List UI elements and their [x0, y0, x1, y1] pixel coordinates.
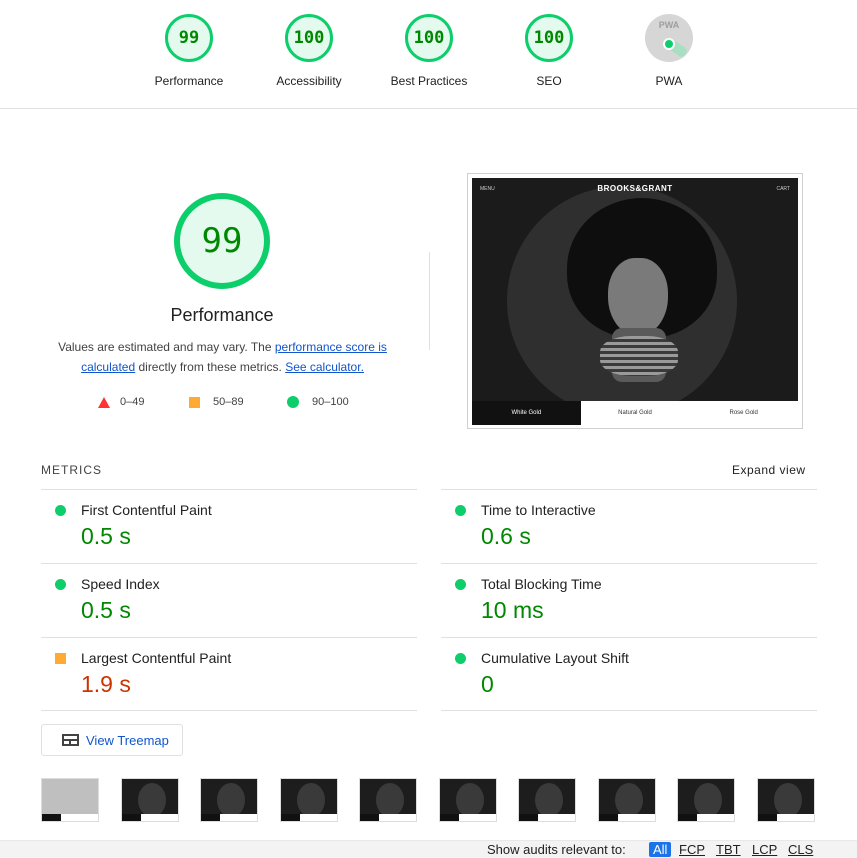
- metric-value: 10 ms: [481, 597, 544, 623]
- pass-circle-icon: [287, 396, 299, 409]
- metric-lcp: Largest Contentful Paint 1.9 s: [41, 637, 417, 712]
- average-square-icon: [189, 396, 200, 408]
- metric-cls: Cumulative Layout Shift 0: [441, 637, 817, 712]
- performance-description: Values are estimated and may vary. The p…: [50, 337, 395, 377]
- filmstrip-frame: [359, 778, 417, 822]
- metric-speed-index: Speed Index 0.5 s: [41, 563, 417, 638]
- legend-pass: 90–100: [287, 396, 349, 409]
- view-treemap-button[interactable]: View Treemap: [41, 724, 183, 756]
- metric-value: 0.5 s: [81, 523, 131, 549]
- metric-title: Speed Index: [81, 576, 160, 592]
- screenshot-face: [608, 258, 668, 336]
- gauge-pwa[interactable]: PWA PWA: [609, 14, 729, 88]
- divider: [429, 252, 430, 350]
- gauge-label: Accessibility: [276, 74, 342, 88]
- metric-tti: Time to Interactive 0.6 s: [441, 489, 817, 564]
- screenshot-cart: CART: [776, 186, 790, 192]
- pass-circle-icon: [455, 505, 466, 516]
- pwa-check-icon: [663, 38, 675, 50]
- filter-tbt[interactable]: TBT: [716, 842, 741, 857]
- screenshot-brand: BROOKS&GRANT: [597, 184, 673, 193]
- gauge-score: 100: [533, 28, 565, 48]
- legend-average-label: 50–89: [213, 396, 244, 408]
- filmstrip-frame: [518, 778, 576, 822]
- legend-average: 50–89: [189, 396, 244, 408]
- filter-all[interactable]: All: [649, 842, 672, 857]
- metric-value: 0.5 s: [81, 597, 131, 623]
- metric-fcp: First Contentful Paint 0.5 s: [41, 489, 417, 564]
- pwa-badge-text: PWA: [658, 20, 680, 30]
- legend-fail: 0–49: [98, 396, 144, 408]
- pass-circle-icon: [455, 579, 466, 590]
- performance-title: Performance: [170, 305, 274, 325]
- filmstrip-frame: [41, 778, 99, 822]
- filter-fcp[interactable]: FCP: [679, 842, 705, 857]
- pwa-badge-icon: PWA: [645, 14, 693, 62]
- metrics-heading: METRICS: [41, 463, 102, 477]
- gauge-ring: 100: [405, 14, 453, 62]
- audit-filter-label: Show audits relevant to:: [487, 842, 626, 857]
- screenshot-tab: Rose Gold: [689, 401, 798, 425]
- legend-pass-label: 90–100: [312, 396, 349, 408]
- average-square-icon: [55, 653, 66, 664]
- gauge-best-practices[interactable]: 100 Best Practices: [369, 14, 489, 88]
- metric-value: 1.9 s: [81, 671, 131, 697]
- gauge-ring: 99: [165, 14, 213, 62]
- gauge-score: 100: [413, 28, 445, 48]
- view-treemap-label: View Treemap: [86, 733, 169, 748]
- performance-score: 99: [201, 221, 243, 261]
- gauge-seo[interactable]: 100 SEO: [489, 14, 609, 88]
- score-summary-bar: 99 Performance 100 Accessibility 100 Bes…: [0, 0, 857, 109]
- screenshot-necklace: [600, 336, 678, 376]
- filmstrip-frame: [757, 778, 815, 822]
- screenshot-tab: White Gold: [472, 401, 581, 425]
- gauge-label: Best Practices: [390, 74, 468, 88]
- filter-cls[interactable]: CLS: [788, 842, 813, 857]
- gauge-label: Performance: [154, 74, 224, 88]
- gauge-ring: 100: [525, 14, 573, 62]
- legend-fail-label: 0–49: [120, 396, 145, 408]
- filmstrip-frame: [121, 778, 179, 822]
- divider: [441, 710, 817, 711]
- filmstrip-frame: [200, 778, 258, 822]
- divider: [41, 710, 417, 711]
- desc-text: Values are estimated and may vary. The: [58, 340, 275, 354]
- filmstrip-frame: [439, 778, 497, 822]
- fail-triangle-icon: [98, 396, 110, 408]
- metric-tbt: Total Blocking Time 10 ms: [441, 563, 817, 638]
- filter-lcp[interactable]: LCP: [752, 842, 777, 857]
- screenshot-image: MENU BROOKS&GRANT CART White Gold Natura…: [472, 178, 798, 425]
- filmstrip-frame: [677, 778, 735, 822]
- performance-gauge: 99: [174, 193, 270, 289]
- screenshot-tabs: White Gold Natural Gold Rose Gold: [472, 401, 798, 425]
- gauge-score: 100: [293, 28, 325, 48]
- gauge-performance[interactable]: 99 Performance: [129, 14, 249, 88]
- screenshot-tab: Natural Gold: [580, 401, 690, 425]
- pass-circle-icon: [455, 653, 466, 664]
- desc-text: directly from these metrics.: [135, 360, 286, 374]
- see-calculator-link[interactable]: See calculator.: [285, 360, 364, 374]
- metric-title: Time to Interactive: [481, 502, 596, 518]
- filmstrip-frame: [280, 778, 338, 822]
- gauge-accessibility[interactable]: 100 Accessibility: [249, 14, 369, 88]
- metric-title: Total Blocking Time: [481, 576, 602, 592]
- gauge-label: SEO: [536, 74, 562, 88]
- metric-value: 0: [481, 671, 494, 697]
- final-screenshot[interactable]: MENU BROOKS&GRANT CART White Gold Natura…: [467, 173, 803, 429]
- pass-circle-icon: [55, 505, 66, 516]
- gauge-label: PWA: [655, 74, 683, 88]
- gauge-ring: 100: [285, 14, 333, 62]
- treemap-icon: [62, 734, 79, 746]
- metric-value: 0.6 s: [481, 523, 531, 549]
- filmstrip-frame: [598, 778, 656, 822]
- metric-title: First Contentful Paint: [81, 502, 212, 518]
- metric-title: Largest Contentful Paint: [81, 650, 232, 666]
- metric-title: Cumulative Layout Shift: [481, 650, 629, 666]
- expand-view-toggle[interactable]: Expand view: [732, 463, 806, 477]
- gauge-score: 99: [178, 28, 200, 48]
- pass-circle-icon: [55, 579, 66, 590]
